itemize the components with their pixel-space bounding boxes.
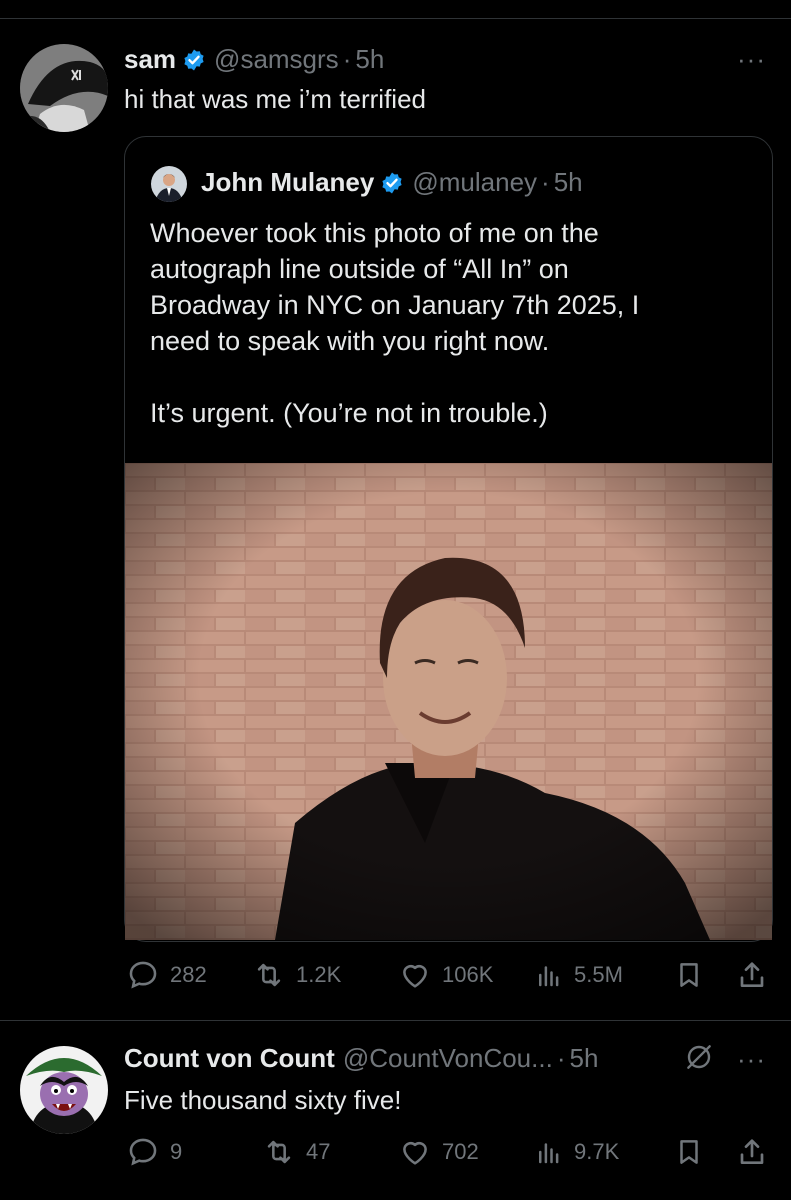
separator-dot: · bbox=[556, 1043, 566, 1073]
retweet-button[interactable]: 47 bbox=[262, 1132, 330, 1172]
quoted-text-line: Broadway in NYC on January 7th 2025, I bbox=[150, 290, 640, 320]
separator-dot: · bbox=[342, 44, 352, 74]
top-divider bbox=[0, 18, 791, 19]
verified-icon bbox=[182, 48, 206, 72]
retweet-icon bbox=[257, 963, 281, 987]
more-options-icon[interactable]: ··· bbox=[737, 1046, 766, 1072]
view-count: 9.7K bbox=[574, 1139, 620, 1164]
share-icon bbox=[740, 1139, 764, 1164]
sam-tweet-text: hi that was me i’m terrified bbox=[124, 84, 426, 114]
mulaney-timestamp[interactable]: 5h bbox=[554, 167, 583, 198]
share-button[interactable] bbox=[736, 1132, 768, 1172]
bookmark-icon bbox=[680, 963, 698, 987]
views-button[interactable]: 9.7K bbox=[534, 1132, 619, 1172]
mulaney-name[interactable]: John Mulaney bbox=[201, 167, 374, 198]
reply-icon bbox=[129, 1138, 157, 1166]
retweet-count: 47 bbox=[306, 1139, 331, 1164]
count-timestamp[interactable]: 5h bbox=[569, 1043, 598, 1074]
sam-handle[interactable]: @samsgrs bbox=[214, 44, 339, 75]
views-icon bbox=[539, 1143, 559, 1164]
grok-icon[interactable] bbox=[683, 1041, 715, 1078]
mulaney-handle[interactable]: @mulaney bbox=[412, 167, 537, 198]
views-button[interactable]: 5.5M bbox=[534, 955, 623, 995]
share-button[interactable] bbox=[736, 955, 768, 995]
quoted-text-line: autograph line outside of “All In” on bbox=[150, 254, 569, 284]
count-name[interactable]: Count von Count bbox=[124, 1043, 335, 1074]
more-options-icon[interactable]: ··· bbox=[737, 46, 766, 72]
count-actions-bar: 9 47 702 9.7K bbox=[124, 1132, 774, 1172]
reply-icon bbox=[129, 961, 157, 989]
mulaney-avatar bbox=[151, 166, 187, 202]
bookmark-icon bbox=[680, 1140, 698, 1164]
quoted-text-second-paragraph: It’s urgent. (You’re not in trouble.) bbox=[150, 398, 548, 428]
heart-icon bbox=[403, 1142, 427, 1165]
view-count: 5.5M bbox=[574, 962, 623, 987]
sam-actions-bar: 282 1.2K 106K 5.5M bbox=[124, 955, 774, 995]
quoted-text-line: Whoever took this photo of me on the bbox=[150, 218, 599, 248]
separator-dot: · bbox=[541, 167, 550, 197]
reply-count: 282 bbox=[170, 962, 207, 987]
bookmark-button[interactable] bbox=[674, 1132, 704, 1172]
like-button[interactable]: 106K bbox=[398, 955, 493, 995]
count-header: Count von Count @CountVonCou... · 5h bbox=[124, 1043, 598, 1074]
reply-button[interactable]: 9 bbox=[126, 1132, 182, 1172]
count-tweet-text: Five thousand sixty five! bbox=[124, 1085, 402, 1115]
like-count: 702 bbox=[442, 1139, 479, 1164]
quoted-tweet-text: Whoever took this photo of me on the aut… bbox=[150, 215, 750, 431]
retweet-button[interactable]: 1.2K bbox=[252, 955, 341, 995]
retweet-icon bbox=[267, 1140, 291, 1164]
bookmark-button[interactable] bbox=[674, 955, 704, 995]
like-count: 106K bbox=[442, 962, 494, 987]
share-icon bbox=[740, 962, 764, 987]
quoted-tweet-photo[interactable] bbox=[125, 463, 772, 940]
like-button[interactable]: 702 bbox=[398, 1132, 479, 1172]
heart-icon bbox=[403, 965, 427, 988]
verified-icon bbox=[380, 171, 404, 195]
reply-button[interactable]: 282 bbox=[126, 955, 207, 995]
tweet-divider bbox=[0, 1020, 791, 1021]
sam-header: sam @samsgrs · 5h bbox=[124, 44, 384, 75]
count-handle[interactable]: @CountVonCou... bbox=[343, 1043, 553, 1074]
reply-count: 9 bbox=[170, 1139, 183, 1164]
mulaney-header: John Mulaney @mulaney · 5h bbox=[201, 167, 583, 198]
sam-name[interactable]: sam bbox=[124, 44, 176, 75]
sam-timestamp[interactable]: 5h bbox=[355, 44, 384, 75]
retweet-count: 1.2K bbox=[296, 962, 342, 987]
count-avatar[interactable] bbox=[20, 1046, 108, 1134]
quoted-text-line: need to speak with you right now. bbox=[150, 326, 550, 356]
sam-avatar[interactable] bbox=[20, 44, 108, 132]
views-icon bbox=[539, 966, 559, 987]
